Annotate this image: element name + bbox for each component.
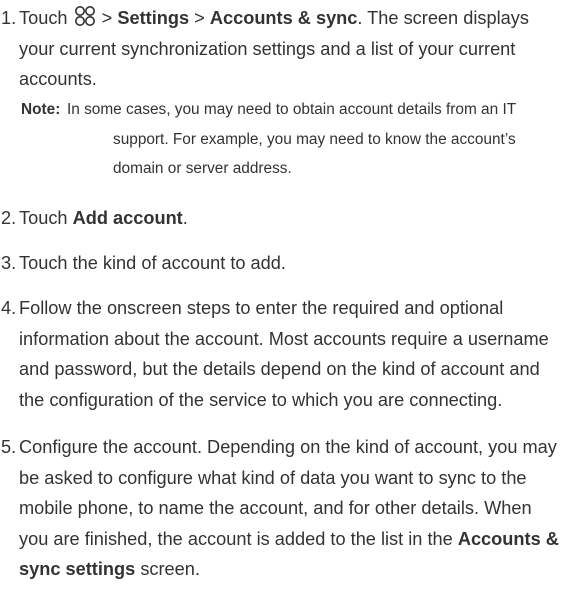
step-number: 4. — [1, 298, 17, 318]
step-text: Configure the account. Depending on the … — [19, 437, 559, 579]
step-text: Touch > Settings > Accounts & sync. The … — [19, 3, 560, 95]
step-text: Touch Add account. — [19, 208, 188, 228]
note-block: Note: In some cases, you may need to obt… — [21, 95, 541, 184]
step-text: Follow the onscreen steps to enter the r… — [19, 298, 549, 410]
step-2: 2. Touch Add account. — [0, 203, 560, 234]
apps-grid-icon — [74, 6, 95, 26]
step-5: 5. Configure the account. Depending on t… — [0, 432, 560, 585]
note-label: Note: — [21, 101, 61, 118]
step-number: 2. — [1, 208, 17, 228]
accounts-sync-label: Accounts & sync — [209, 8, 358, 28]
step-4: 4. Follow the onscreen steps to enter th… — [0, 293, 560, 415]
add-account-label: Add account — [72, 208, 183, 228]
step-number: 5. — [1, 437, 17, 457]
step-number: 3. — [1, 253, 17, 273]
step-number: 1. — [1, 8, 17, 28]
step-3: 3. Touch the kind of account to add. — [0, 248, 560, 279]
step-1: 1. Touch > Settings > Accounts & sync. T… — [0, 3, 560, 95]
step-text: Touch the kind of account to add. — [19, 253, 286, 273]
settings-menu-label: Settings — [117, 8, 190, 28]
note-text: In some cases, you may need to obtain ac… — [67, 101, 516, 177]
